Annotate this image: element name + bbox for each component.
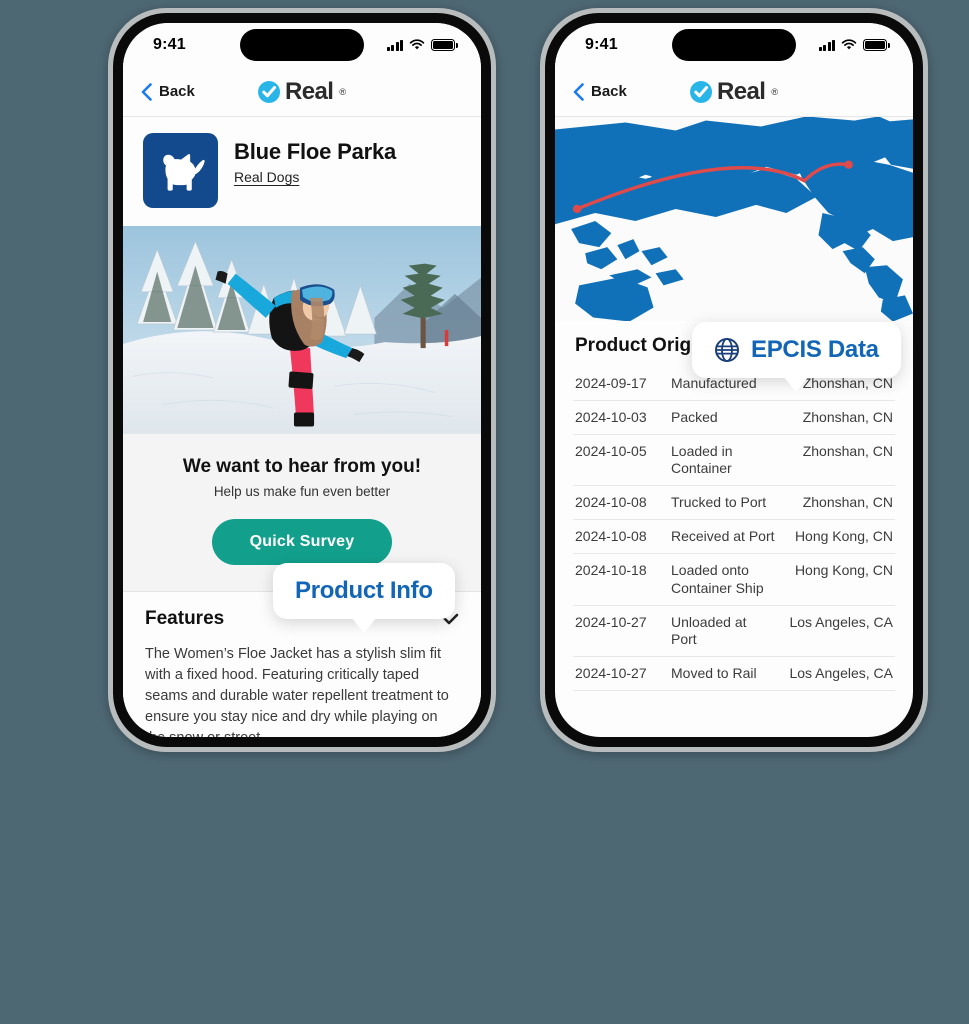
- event-type: Loaded in Container: [671, 443, 733, 477]
- product-meta: Blue Floe Parka Real Dogs: [234, 133, 396, 187]
- back-label: Back: [591, 83, 627, 100]
- event-date: 2024-10-27: [575, 613, 647, 630]
- table-row: 2024-10-08 Trucked to Port Zhonshan, CN: [573, 486, 895, 521]
- brand-name: Real: [285, 77, 334, 105]
- phone-mockup-right: 9:41 Back Real ® Product Origin 2024-09-…: [540, 8, 928, 752]
- event-location: Hong Kong, CN: [794, 528, 893, 545]
- phone-screen-epcis: 9:41 Back Real ® Product Origin 2024-09-…: [555, 23, 913, 737]
- features-title: Features: [145, 608, 225, 629]
- event-date: 2024-09-17: [575, 375, 647, 391]
- hero-image: [123, 226, 481, 434]
- product-origin-title: Product Origin: [575, 335, 708, 356]
- table-row: 2024-10-27 Moved to Rail Los Angeles, CA: [573, 657, 895, 691]
- event-type: Received at Port: [671, 528, 775, 545]
- event-date: 2024-10-27: [575, 664, 647, 681]
- wifi-icon: [409, 39, 425, 50]
- epcis-data-callout: EPCIS Data: [692, 322, 901, 378]
- event-date: 2024-10-08: [575, 494, 647, 511]
- phone-mockup-left: 9:41 Back Real ® Blue Floe Parka Real Do…: [108, 8, 496, 752]
- reflection-fade: [108, 766, 496, 1016]
- brand-tile: [143, 133, 218, 208]
- event-date: 2024-10-18: [575, 562, 647, 579]
- phone-reflection-right: [540, 766, 928, 1016]
- brand-logo: Real ®: [690, 78, 778, 106]
- status-bar: 9:41: [123, 23, 481, 67]
- back-label: Back: [159, 83, 195, 100]
- event-type: Moved to Rail: [671, 664, 757, 681]
- reflection-fade: [540, 766, 928, 1016]
- brand-trademark: ®: [339, 86, 346, 97]
- globe-icon: [715, 338, 739, 362]
- table-row: 2024-10-05 Loaded in Container Zhonshan, C…: [573, 435, 895, 487]
- event-date: 2024-10-03: [575, 409, 647, 426]
- event-location: Los Angeles, CA: [789, 664, 893, 681]
- brand-logo: Real ®: [258, 78, 346, 106]
- phone-bezel: 9:41: [545, 13, 923, 747]
- status-bar: 9:41: [555, 23, 913, 67]
- back-button[interactable]: Back: [141, 82, 195, 101]
- wifi-icon: [841, 39, 857, 50]
- quick-survey-button[interactable]: Quick Survey: [211, 519, 393, 565]
- cellular-bars-icon: [386, 39, 403, 51]
- event-type: Loaded onto Container Ship: [671, 562, 764, 596]
- dog-silhouette-icon: [162, 153, 205, 191]
- epcis-data-label: EPCIS Data: [751, 336, 879, 363]
- survey-heading: We want to hear from you!: [182, 456, 422, 477]
- product-header: Blue Floe Parka Real Dogs: [123, 117, 481, 226]
- brand-trademark: ®: [771, 86, 778, 97]
- event-location: Zhonshan, CN: [802, 443, 893, 460]
- table-row: 2024-10-27 Unloaded at Port Los Angeles, C…: [573, 606, 895, 657]
- chevron-left-icon: [573, 82, 584, 101]
- event-location: Hong Kong, CN: [794, 562, 893, 579]
- survey-subheading: Help us make fun even better: [213, 484, 391, 499]
- world-map: [555, 117, 913, 321]
- phone-reflection-left: [108, 766, 496, 1016]
- product-brand-link[interactable]: Real Dogs: [234, 169, 299, 185]
- shipping-map: [555, 117, 913, 321]
- features-body: The Women’s Floe Jacket has a stylish sl…: [145, 646, 449, 737]
- battery-icon: [863, 39, 890, 51]
- check-circle-icon: [258, 80, 281, 103]
- dynamic-island: [240, 29, 364, 61]
- product-info-label: Product Info: [295, 577, 433, 604]
- table-row: 2024-10-18 Loaded onto Container Ship Hong…: [573, 554, 895, 606]
- nav-bar: Back Real ®: [123, 67, 481, 117]
- nav-bar: Back Real ®: [555, 67, 913, 117]
- battery-icon: [431, 39, 458, 51]
- product-info-callout: Product Info: [273, 563, 455, 619]
- back-button[interactable]: Back: [573, 82, 627, 101]
- event-location: Zhonshan, CN: [802, 409, 893, 426]
- status-indicators: [818, 39, 890, 51]
- check-circle-icon: [690, 80, 713, 103]
- event-location: Los Angeles, CA: [789, 613, 893, 630]
- event-date: 2024-10-05: [575, 443, 647, 460]
- table-row: 2024-10-03 Packed Zhonshan, CN: [573, 401, 895, 436]
- event-type: Packed: [671, 409, 718, 426]
- snowboarder-photo: [123, 226, 481, 434]
- chevron-left-icon: [141, 82, 152, 101]
- event-type: Unloaded at Port: [671, 613, 747, 647]
- event-location: Zhonshan, CN: [802, 494, 893, 511]
- status-time: 9:41: [153, 36, 186, 53]
- cellular-bars-icon: [818, 39, 835, 51]
- status-indicators: [386, 39, 458, 51]
- screenshot-stage: 9:41 Back Real ® Blue Floe Parka Real Do…: [0, 0, 969, 1024]
- product-title: Blue Floe Parka: [234, 139, 397, 164]
- epcis-event-table: 2024-09-17 Manufactured Zhonshan, CN 2024-1…: [555, 367, 913, 691]
- brand-name: Real: [717, 77, 766, 105]
- status-time: 9:41: [585, 36, 618, 53]
- event-type: Trucked to Port: [671, 494, 767, 511]
- phone-screen-product: 9:41 Back Real ® Blue Floe Parka Real Do…: [123, 23, 481, 737]
- dynamic-island: [672, 29, 796, 61]
- phone-bezel: 9:41: [113, 13, 491, 747]
- table-row: 2024-10-08 Received at Port Hong Kong, CN: [573, 520, 895, 555]
- event-date: 2024-10-08: [575, 528, 647, 545]
